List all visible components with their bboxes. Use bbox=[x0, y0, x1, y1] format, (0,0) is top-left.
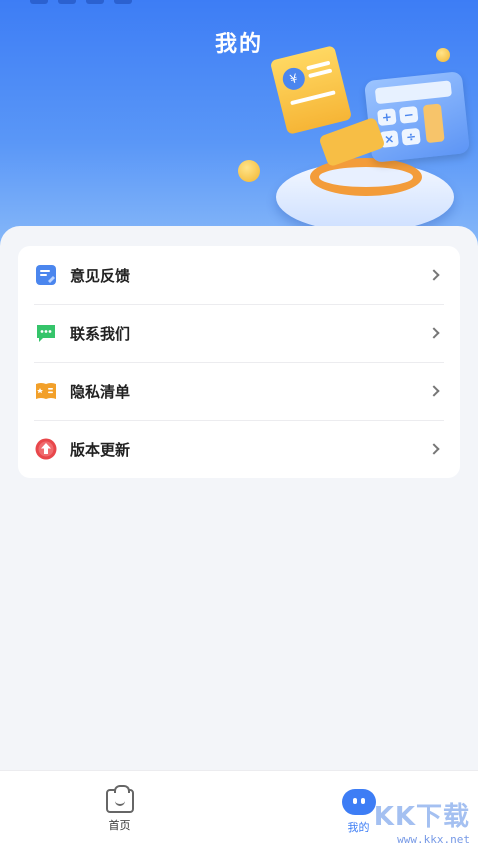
coin-icon bbox=[238, 160, 260, 182]
yen-symbol: ¥ bbox=[280, 65, 308, 93]
calculator-icon: + − × ÷ bbox=[363, 71, 471, 163]
watermark-title: KK下载 bbox=[373, 802, 470, 832]
menu-item-label: 联系我们 bbox=[70, 324, 131, 343]
chevron-right-icon bbox=[428, 269, 440, 281]
menu-item-label: 版本更新 bbox=[70, 440, 131, 459]
menu-item-version-update[interactable]: 版本更新 bbox=[18, 420, 460, 478]
status-bar bbox=[30, 0, 132, 4]
menu-item-contact[interactable]: 联系我们 bbox=[18, 304, 460, 362]
calc-key: − bbox=[398, 105, 419, 124]
watermark: KK下载 www.kkx.net bbox=[374, 796, 470, 846]
tab-label: 我的 bbox=[347, 821, 370, 834]
feedback-icon bbox=[34, 263, 58, 287]
menu-item-privacy-list[interactable]: 隐私清单 bbox=[18, 362, 460, 420]
coin-icon bbox=[436, 48, 450, 62]
watermark-url: www.kkx.net bbox=[397, 833, 470, 846]
menu-item-feedback[interactable]: 意见反馈 bbox=[18, 246, 460, 304]
tab-label: 首页 bbox=[108, 819, 131, 832]
home-icon bbox=[105, 785, 134, 813]
finance-illustration: + − × ÷ ¥ bbox=[238, 40, 478, 240]
header: 我的 + − × ÷ ¥ bbox=[0, 0, 478, 260]
tab-home[interactable]: 首页 bbox=[0, 771, 239, 850]
settings-menu: 意见反馈 联系我们 隐私清单 版本更新 bbox=[18, 246, 460, 478]
menu-item-label: 意见反馈 bbox=[70, 266, 131, 285]
menu-item-label: 隐私清单 bbox=[70, 382, 131, 401]
calc-key: ÷ bbox=[401, 127, 421, 146]
privacy-list-icon bbox=[34, 379, 58, 403]
receipt-icon: ¥ bbox=[269, 45, 353, 135]
chevron-right-icon bbox=[428, 443, 440, 455]
profile-icon bbox=[341, 789, 376, 815]
calc-key: + bbox=[377, 108, 397, 127]
calc-key-equals bbox=[422, 103, 445, 144]
chevron-right-icon bbox=[428, 385, 440, 397]
chevron-right-icon bbox=[428, 327, 440, 339]
update-icon bbox=[34, 437, 58, 461]
ring-shape bbox=[310, 158, 422, 196]
chat-icon bbox=[34, 321, 58, 345]
